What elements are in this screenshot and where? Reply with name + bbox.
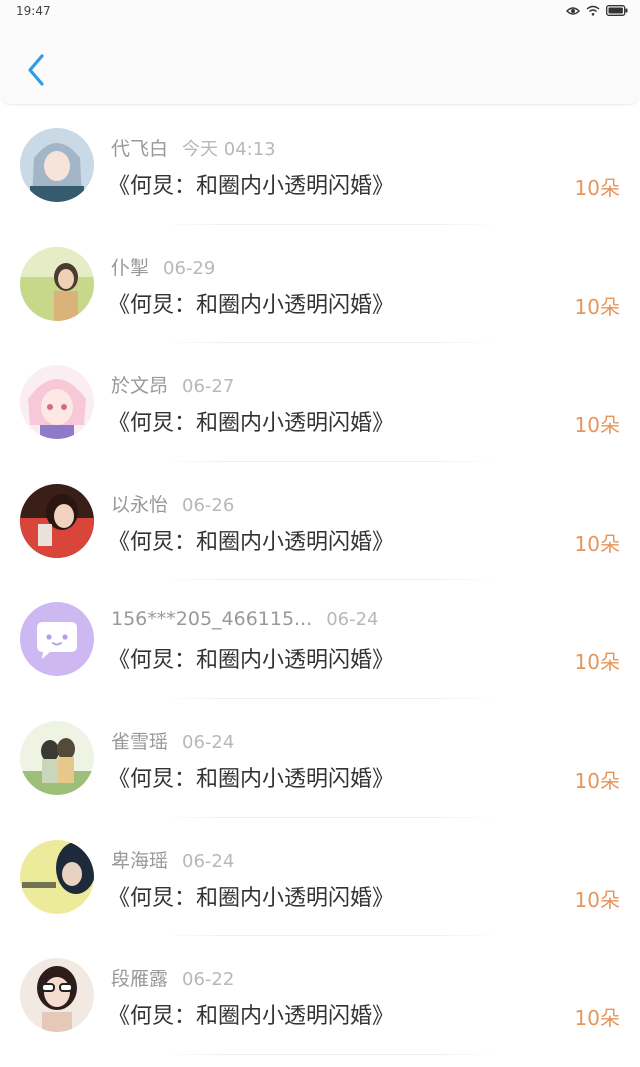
book-title: 《何炅：和圈内小透明闪婚》 — [108, 1004, 395, 1030]
username: 雀雪瑶 06-24 — [111, 730, 235, 753]
gift-record-list: 代飞白 今天 04:13 《何炅：和圈内小透明闪婚》 10朵 仆掣 06-29 《何… — [0, 106, 640, 1055]
default-avatar[interactable] — [20, 602, 94, 677]
list-item[interactable]: 於文昂 06-27 《何炅：和圈内小透明闪婚》 10朵 — [0, 343, 640, 462]
flower-count: 10朵 — [574, 294, 620, 319]
avatar[interactable] — [20, 483, 94, 558]
list-item[interactable]: 段雁露 06-22 《何炅：和圈内小透明闪婚》 10朵 — [0, 936, 640, 1055]
gift-date: 06-22 — [182, 969, 235, 991]
status-bar: 19:47 — [0, 0, 640, 24]
username: 以永怡 06-26 — [111, 493, 235, 516]
book-title: 《何炅：和圈内小透明闪婚》 — [108, 529, 395, 555]
gift-date: 06-24 — [182, 850, 235, 872]
book-title: 《何炅：和圈内小透明闪婚》 — [108, 766, 395, 792]
book-title: 《何炅：和圈内小透明闪婚》 — [108, 648, 395, 674]
gift-date: 今天 04:13 — [182, 139, 276, 160]
gift-date: 06-26 — [182, 494, 235, 516]
username: 仆掣 06-29 — [111, 256, 216, 279]
gift-date: 06-29 — [163, 257, 216, 279]
avatar[interactable] — [20, 839, 94, 914]
username: 卑海瑶 06-24 — [111, 849, 235, 872]
username: 於文昂 06-27 — [111, 375, 235, 398]
flower-count: 10朵 — [574, 887, 620, 912]
username: 代飞白 今天 04:13 — [111, 138, 276, 160]
back-button[interactable] — [20, 50, 52, 90]
book-title: 《何炅：和圈内小透明闪婚》 — [108, 411, 395, 437]
avatar[interactable] — [20, 958, 94, 1033]
eye-icon — [566, 6, 580, 15]
gift-date: 06-24 — [182, 731, 235, 753]
flower-count: 10朵 — [574, 413, 620, 438]
chevron-left-icon — [28, 54, 44, 86]
list-item[interactable]: 156***205_466115... 06-24 《何炅：和圈内小透明闪婚》 1… — [0, 580, 640, 699]
book-title: 《何炅：和圈内小透明闪婚》 — [108, 885, 395, 911]
list-item[interactable]: 仆掣 06-29 《何炅：和圈内小透明闪婚》 10朵 — [0, 225, 640, 344]
gift-date: 06-27 — [182, 376, 235, 398]
flower-count: 10朵 — [574, 768, 620, 793]
status-icons — [566, 5, 628, 16]
battery-icon — [606, 5, 628, 16]
list-item[interactable]: 卑海瑶 06-24 《何炅：和圈内小透明闪婚》 10朵 — [0, 818, 640, 937]
avatar[interactable] — [20, 720, 94, 795]
flower-count: 10朵 — [574, 1006, 620, 1031]
gift-date: 06-24 — [326, 609, 379, 631]
status-time: 19:47 — [16, 4, 51, 18]
username: 段雁露 06-22 — [111, 968, 235, 991]
avatar[interactable] — [20, 365, 94, 440]
list-item[interactable]: 雀雪瑶 06-24 《何炅：和圈内小透明闪婚》 10朵 — [0, 699, 640, 818]
list-item[interactable]: 代飞白 今天 04:13 《何炅：和圈内小透明闪婚》 10朵 — [0, 106, 640, 225]
book-title: 《何炅：和圈内小透明闪婚》 — [108, 292, 395, 318]
avatar[interactable] — [20, 128, 94, 202]
flower-count: 10朵 — [574, 176, 620, 200]
list-item[interactable]: 以永怡 06-26 《何炅：和圈内小透明闪婚》 10朵 — [0, 462, 640, 581]
avatar[interactable] — [20, 246, 94, 321]
username: 156***205_466115... 06-24 — [111, 608, 379, 631]
divider — [160, 1053, 500, 1055]
flower-count: 10朵 — [574, 531, 620, 556]
flower-count: 10朵 — [574, 650, 620, 675]
book-title: 《何炅：和圈内小透明闪婚》 — [108, 174, 395, 199]
wifi-icon — [586, 5, 600, 16]
